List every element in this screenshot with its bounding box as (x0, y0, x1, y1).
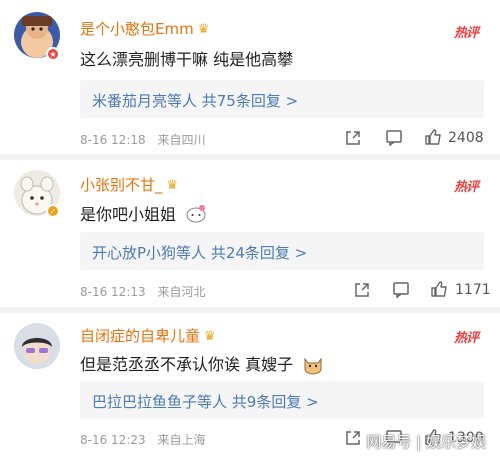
comment-text: 这么漂亮删博干嘛 纯是他高攀 (80, 50, 294, 69)
comment-text: 是你吧小姐姐 (80, 201, 207, 225)
username[interactable]: 自闭症的自卑儿童 ♛ (80, 325, 216, 346)
replies-link[interactable]: 开心放P小狗等人 共24条回复 > (92, 242, 307, 263)
share-icon[interactable] (344, 429, 362, 447)
replies-link[interactable]: 米番茄月亮等人 共75条回复 > (92, 90, 298, 111)
hot-comment-badge: 热评 (453, 26, 479, 41)
comment-card-1: ★ 是个小憨包Emm ♛ 热评 这么漂亮删博干嘛 纯是他高攀 米番茄月亮等人 共7… (0, 0, 500, 150)
watermark: 网易号 | 娱乐梦娱 (366, 433, 486, 451)
hello-kitty-sticker-icon (186, 205, 206, 223)
replies-box[interactable]: 巴拉巴拉鱼鱼子等人 共9条回复 > (80, 381, 484, 419)
crown-icon: ♛ (204, 329, 216, 344)
comment-date: 8-16 12:13 (80, 285, 146, 299)
crown-icon: ♛ (166, 178, 179, 193)
like-icon[interactable] (430, 280, 448, 298)
comment-icon[interactable] (392, 281, 410, 299)
comment-date: 8-16 12:23 (80, 433, 146, 447)
comment-meta: 8-16 12:23 来自上海 (80, 431, 213, 448)
comment-card-2: ✓ 小张别不甘_ ♛ 热评 是你吧小姐姐 开心放P小狗等人 共24条回复 > 8-… (0, 160, 500, 305)
like-count: 2408 (448, 130, 484, 146)
share-icon[interactable] (353, 281, 371, 299)
cat-emoji-icon (304, 357, 322, 375)
hot-comment-badge: 热评 (453, 331, 479, 346)
comment-meta: 8-16 12:13 来自河北 (80, 283, 213, 300)
comment-location: 来自四川 (157, 133, 206, 147)
hot-comment-badge: 热评 (453, 180, 479, 195)
avatar[interactable] (14, 323, 60, 369)
share-icon[interactable] (344, 129, 362, 147)
verified-badge-icon: ★ (46, 47, 60, 61)
comment-location: 来自河北 (157, 285, 206, 299)
verified-badge-icon: ✓ (46, 204, 60, 218)
comment-meta: 8-16 12:18 来自四川 (80, 131, 213, 148)
comment-text: 但是范丞丞不承认你诶 真嫂子 (80, 351, 324, 375)
like-icon[interactable] (424, 128, 442, 146)
username[interactable]: 是个小憨包Emm ♛ (80, 18, 209, 39)
like-count: 1171 (455, 282, 491, 298)
crown-icon: ♛ (197, 22, 210, 37)
replies-box[interactable]: 米番茄月亮等人 共75条回复 > (80, 80, 484, 118)
comment-date: 8-16 12:18 (80, 133, 146, 147)
comment-icon[interactable] (385, 129, 403, 147)
username[interactable]: 小张别不甘_ ♛ (80, 174, 178, 195)
replies-box[interactable]: 开心放P小狗等人 共24条回复 > (80, 232, 484, 270)
comment-location: 来自上海 (157, 433, 206, 447)
replies-link[interactable]: 巴拉巴拉鱼鱼子等人 共9条回复 > (92, 391, 319, 412)
